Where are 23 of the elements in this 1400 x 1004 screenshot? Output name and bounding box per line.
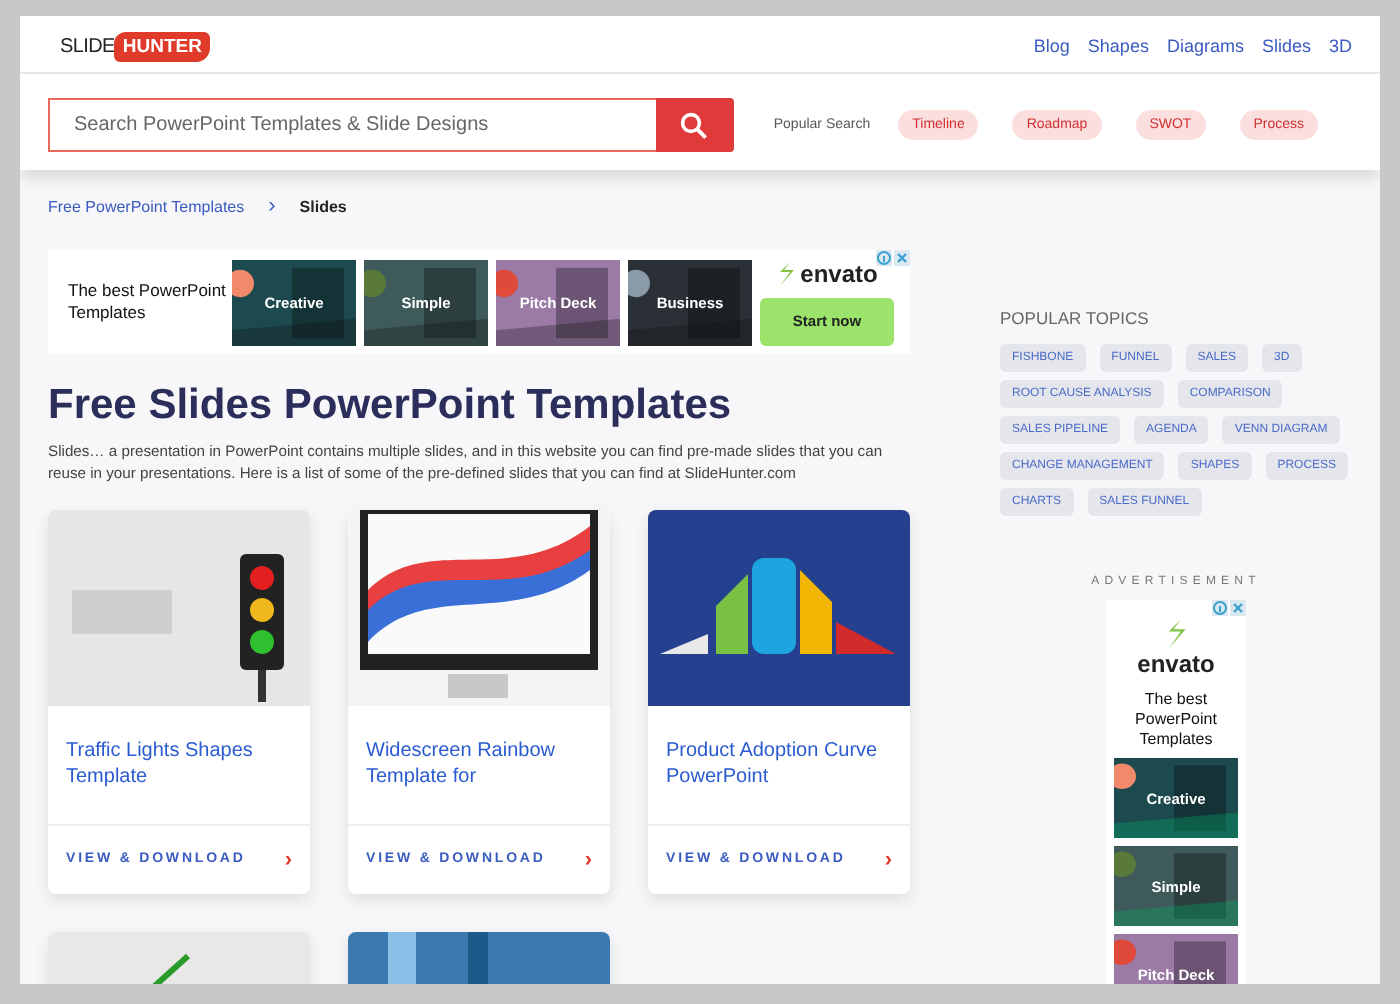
card-title[interactable]: Widescreen Rainbow Template for [348, 706, 610, 824]
chevron-icon[interactable]: › [284, 847, 292, 871]
nav-link[interactable]: Diagrams [1166, 36, 1244, 56]
chevron-icon[interactable]: › [584, 847, 592, 871]
nav-link[interactable]: Shapes [1087, 36, 1149, 56]
breadcrumb-separator: › [268, 194, 276, 218]
ad-brand: envato [800, 259, 878, 287]
ad-headline: The best PowerPoint Templates [1133, 690, 1219, 750]
breadcrumb-link[interactable]: Free PowerPoint Templates [48, 197, 245, 215]
search-field[interactable]: Search PowerPoint Templates & Slide Designs [48, 98, 656, 152]
ad-brand: envato [1137, 650, 1215, 678]
logo-badge[interactable]: HUNTER [114, 31, 210, 61]
nav-link[interactable]: 3D [1328, 36, 1352, 56]
nav-link[interactable]: Blog [1033, 36, 1070, 56]
section-heading: POPULAR TOPICS [1000, 308, 1151, 328]
card-title[interactable]: Product Adoption Curve PowerPoint [648, 706, 910, 824]
logo-text[interactable]: SLIDE [60, 35, 115, 57]
chevron-icon[interactable]: › [884, 847, 892, 871]
breadcrumb-current: Slides [299, 197, 347, 215]
card-title[interactable]: Traffic Lights Shapes Template [48, 706, 310, 824]
page-title: Free Slides PowerPoint Templates [48, 382, 734, 430]
nav-link[interactable]: Slides [1261, 36, 1311, 56]
ad-headline: The best PowerPoint Templates [66, 280, 228, 324]
